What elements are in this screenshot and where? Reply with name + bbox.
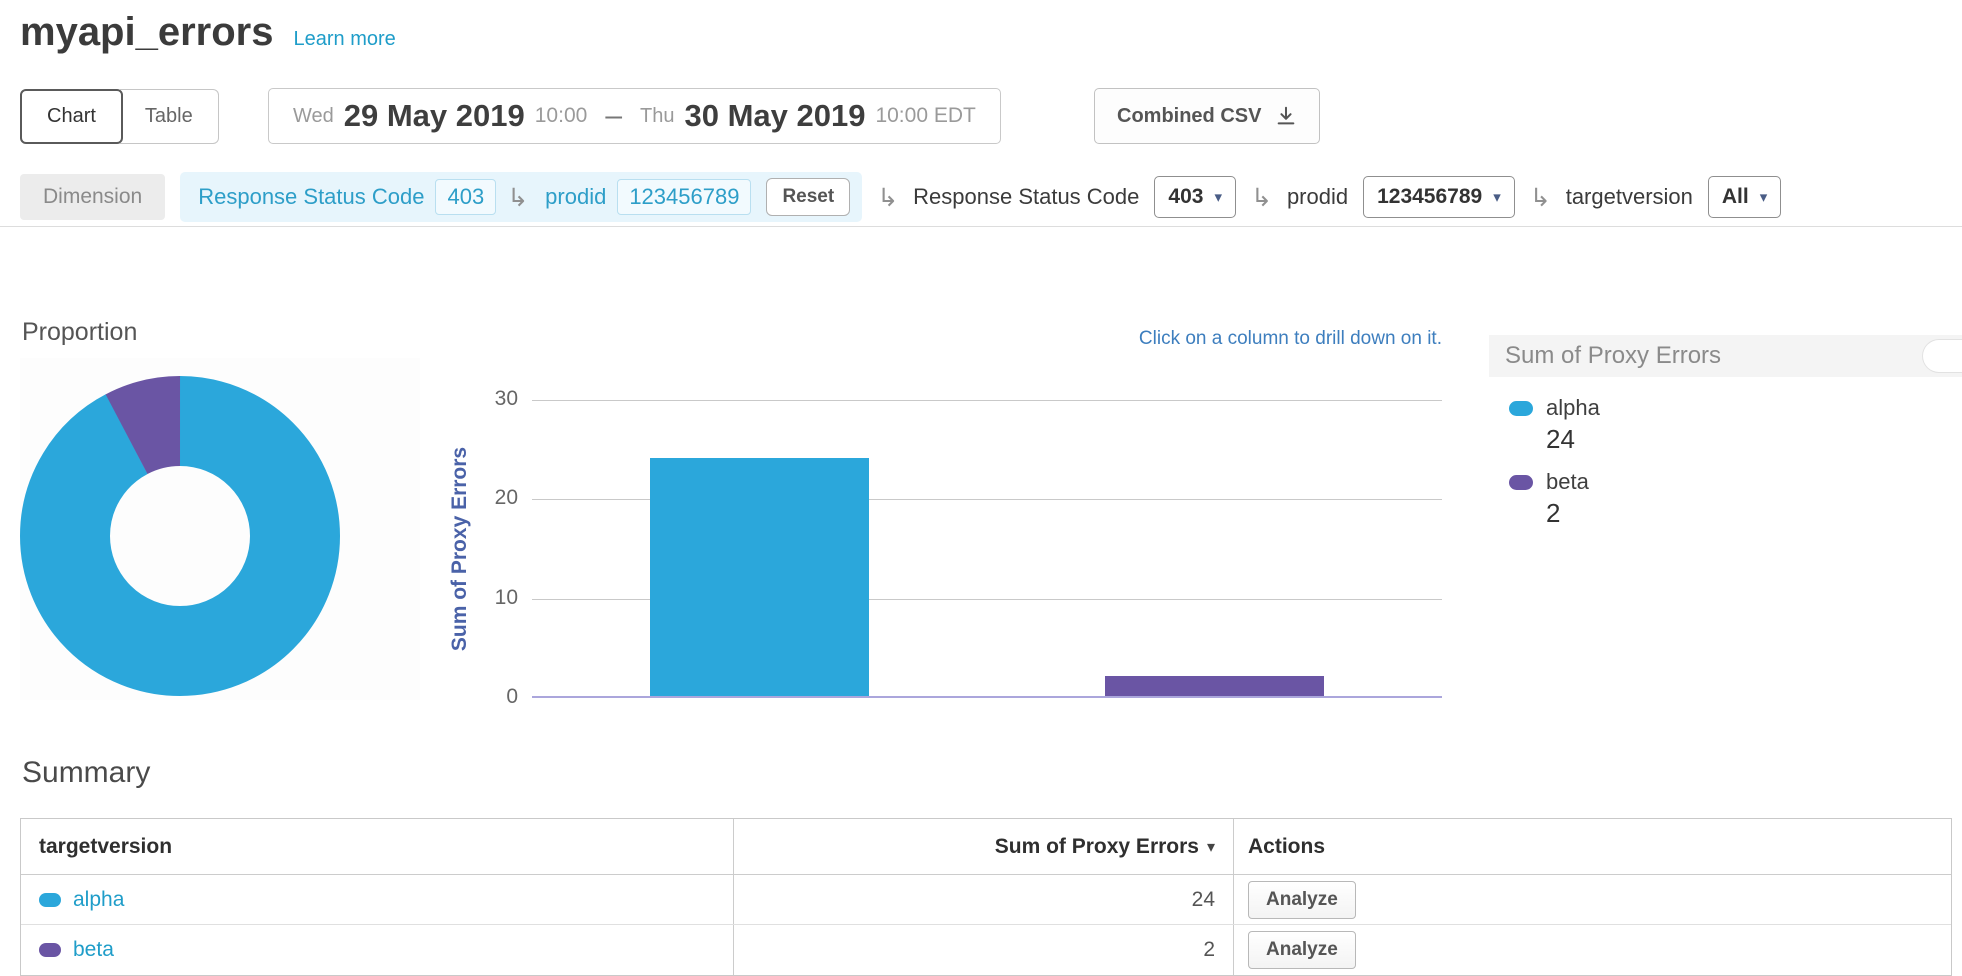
y-tick-label: 20 xyxy=(458,486,518,510)
date-day-start: Wed xyxy=(293,105,334,128)
proportion-chart xyxy=(20,358,420,700)
combined-csv-button[interactable]: Combined CSV xyxy=(1094,88,1320,144)
proportion-title: Proportion xyxy=(22,318,137,347)
dimension-label: Dimension xyxy=(20,174,165,220)
y-tick-label: 30 xyxy=(458,387,518,411)
table-row: beta 2 Analyze xyxy=(21,925,1951,975)
summary-heading: Summary xyxy=(22,756,150,790)
tab-chart[interactable]: Chart xyxy=(20,89,123,144)
legend-items: alpha 24 beta 2 xyxy=(1489,377,1962,529)
chevron-down-icon: ▾ xyxy=(1493,188,1501,206)
date-range-picker[interactable]: Wed 29 May 2019 10:00 – Thu 30 May 2019 … xyxy=(268,88,1001,144)
legend-header: Sum of Proxy Errors xyxy=(1489,335,1962,377)
date-day-end: Thu xyxy=(640,105,674,128)
donut-chart xyxy=(20,376,340,696)
column-header-label: Sum of Proxy Errors xyxy=(995,835,1199,859)
drilldown-select-value: All xyxy=(1722,185,1749,209)
date-range-separator: – xyxy=(605,99,622,133)
breadcrumb-dimension-name: prodid xyxy=(545,184,606,210)
drilldown-select-targetversion[interactable]: All ▾ xyxy=(1708,176,1781,218)
column-header-sum-proxy-errors[interactable]: Sum of Proxy Errors ▾ xyxy=(733,819,1233,874)
row-link-beta[interactable]: beta xyxy=(73,938,114,962)
filter-breadcrumb: Response Status Code 403 ↳ prodid 123456… xyxy=(180,172,862,222)
dimension-bar: Dimension Response Status Code 403 ↳ pro… xyxy=(20,172,1781,222)
download-icon xyxy=(1275,105,1297,127)
bar-beta[interactable] xyxy=(1105,676,1323,696)
drilldown-label-status-code: Response Status Code xyxy=(913,184,1139,210)
drilldown-label-prodid: prodid xyxy=(1287,184,1348,210)
row-link-alpha[interactable]: alpha xyxy=(73,888,124,912)
drilldown-select-value: 123456789 xyxy=(1377,185,1482,209)
column-header-actions: Actions xyxy=(1233,819,1951,874)
date-start: 29 May 2019 xyxy=(344,98,525,134)
drilldown-arrow-icon: ↳ xyxy=(1530,185,1551,210)
time-start: 10:00 xyxy=(535,104,588,128)
bar-alpha[interactable] xyxy=(650,458,868,696)
breadcrumb-dimension-value[interactable]: 123456789 xyxy=(617,179,751,215)
x-axis-line xyxy=(532,696,1442,698)
row-swatch-beta xyxy=(39,943,61,957)
chevron-down-icon: ▾ xyxy=(1760,188,1768,206)
table-header-row: targetversion Sum of Proxy Errors ▾ Acti… xyxy=(21,819,1951,875)
drilldown-arrow-icon: ↳ xyxy=(507,185,528,210)
summary-table: targetversion Sum of Proxy Errors ▾ Acti… xyxy=(20,818,1952,976)
sort-desc-icon: ▾ xyxy=(1207,837,1215,857)
breadcrumb-dimension-value[interactable]: 403 xyxy=(435,179,496,215)
view-toggle: Chart Table xyxy=(20,89,219,144)
learn-more-link[interactable]: Learn more xyxy=(293,28,395,51)
legend-value: 2 xyxy=(1546,498,1962,529)
page-title: myapi_errors xyxy=(20,10,273,55)
drilldown-arrow-icon: ↳ xyxy=(1251,185,1272,210)
legend-label: alpha xyxy=(1546,395,1600,421)
drilldown-hint: Click on a column to drill down on it. xyxy=(532,328,1442,350)
chevron-down-icon: ▾ xyxy=(1214,188,1222,206)
reset-button[interactable]: Reset xyxy=(766,178,850,216)
y-tick-label: 0 xyxy=(458,685,518,709)
tab-table[interactable]: Table xyxy=(120,89,219,144)
column-header-targetversion: targetversion xyxy=(21,819,733,874)
bar-chart-plot: 30 20 10 0 xyxy=(532,400,1442,698)
y-axis-label: Sum of Proxy Errors xyxy=(448,447,472,651)
legend-title: Sum of Proxy Errors xyxy=(1505,342,1721,370)
legend-swatch-alpha xyxy=(1509,401,1533,416)
row-swatch-alpha xyxy=(39,893,61,907)
chart-legend: Sum of Proxy Errors alpha 24 beta 2 xyxy=(1489,335,1962,543)
gridline xyxy=(532,400,1442,401)
row-value: 2 xyxy=(1203,938,1215,962)
analyze-button-beta[interactable]: Analyze xyxy=(1248,931,1356,969)
y-tick-label: 10 xyxy=(458,586,518,610)
legend-swatch-beta xyxy=(1509,475,1533,490)
legend-collapse-handle[interactable] xyxy=(1922,339,1962,373)
analyze-button-alpha[interactable]: Analyze xyxy=(1248,881,1356,919)
legend-item: alpha 24 xyxy=(1509,395,1962,455)
legend-item: beta 2 xyxy=(1509,469,1962,529)
report-page: myapi_errors Learn more Chart Table Wed … xyxy=(0,0,1962,976)
time-end: 10:00 EDT xyxy=(875,104,975,128)
date-end: 30 May 2019 xyxy=(684,98,865,134)
drilldown-select-status-code[interactable]: 403 ▾ xyxy=(1154,176,1236,218)
breadcrumb-dimension-name: Response Status Code xyxy=(198,184,424,210)
legend-value: 24 xyxy=(1546,424,1962,455)
combined-csv-label: Combined CSV xyxy=(1117,105,1261,128)
section-divider xyxy=(0,226,1962,227)
table-row: alpha 24 Analyze xyxy=(21,875,1951,925)
legend-label: beta xyxy=(1546,469,1589,495)
drilldown-select-prodid[interactable]: 123456789 ▾ xyxy=(1363,176,1515,218)
row-value: 24 xyxy=(1192,888,1215,912)
drilldown-select-value: 403 xyxy=(1168,185,1203,209)
drilldown-arrow-icon: ↳ xyxy=(877,185,898,210)
drilldown-label-targetversion: targetversion xyxy=(1566,184,1693,210)
page-header: myapi_errors Learn more xyxy=(20,10,396,55)
